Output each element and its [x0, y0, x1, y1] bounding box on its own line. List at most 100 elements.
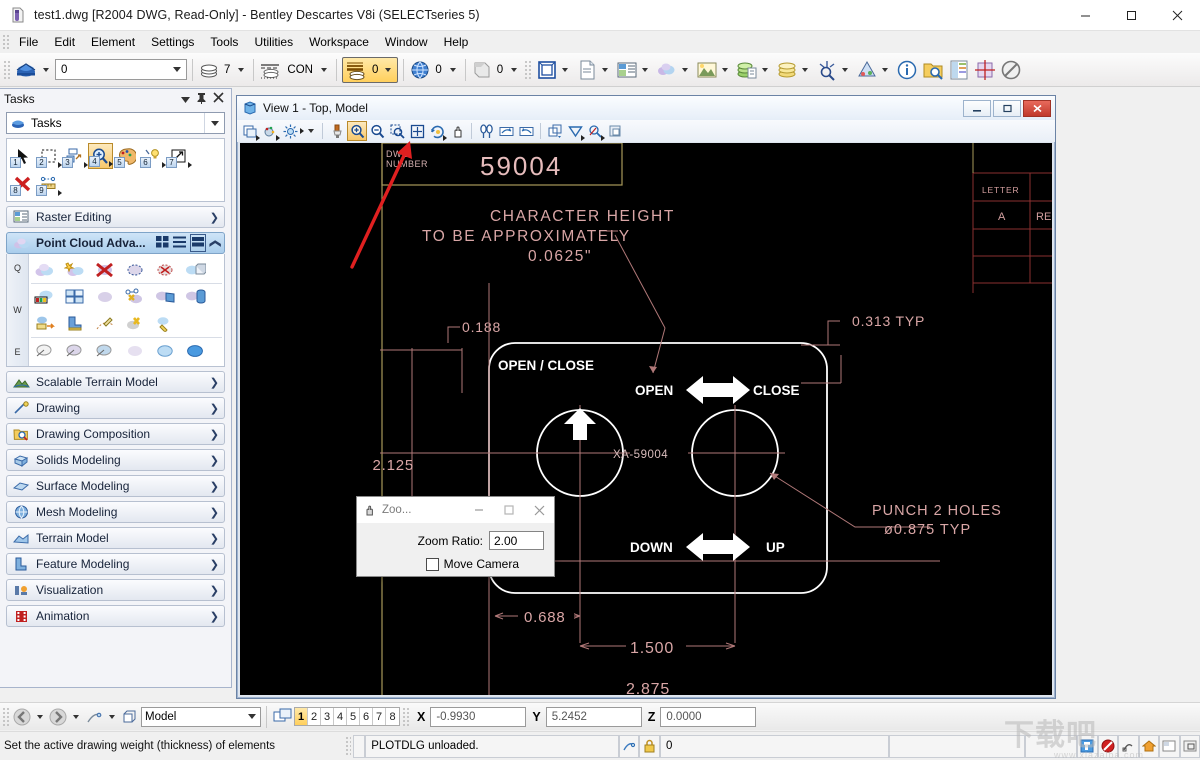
- pc-extract-icon[interactable]: [31, 311, 59, 336]
- model-combo-arrow[interactable]: [244, 714, 260, 719]
- sheet-index-button[interactable]: [946, 57, 972, 83]
- tool-light[interactable]: 6: [140, 143, 165, 169]
- disable-button[interactable]: [998, 57, 1024, 83]
- zoom-out-icon[interactable]: [367, 121, 387, 141]
- back-dropdown-arrow[interactable]: [37, 715, 43, 719]
- pc-highlight-icon[interactable]: [151, 311, 179, 336]
- class-attribute-group[interactable]: 0: [409, 59, 459, 81]
- level-display-button[interactable]: [774, 57, 814, 83]
- view-attributes-icon[interactable]: [605, 121, 625, 141]
- window-status-icon[interactable]: [1159, 735, 1179, 758]
- fit-view-icon[interactable]: [407, 121, 427, 141]
- render-icon[interactable]: [260, 121, 280, 141]
- chevron-down-icon[interactable]: ❯: [210, 211, 219, 224]
- view-button-3[interactable]: 3: [321, 708, 334, 725]
- menu-edit[interactable]: Edit: [46, 33, 83, 51]
- terrain-dropdown-arrow[interactable]: [722, 68, 728, 72]
- annotation-button[interactable]: [854, 57, 894, 83]
- transparency-dropdown-arrow[interactable]: [511, 68, 517, 72]
- chevron-down-icon[interactable]: ❯: [210, 610, 219, 623]
- view-button-7[interactable]: 7: [373, 708, 386, 725]
- terrain-button[interactable]: [694, 57, 734, 83]
- sidebar-item-animation[interactable]: Animation ❯: [6, 605, 225, 627]
- tool-flyout-arrow[interactable]: [109, 161, 113, 167]
- sidebar-item-drawing-composition[interactable]: Drawing Composition ❯: [6, 423, 225, 445]
- tool-zoom[interactable]: 4: [88, 143, 113, 169]
- chevron-down-icon[interactable]: ❯: [210, 402, 219, 415]
- copy-view-icon[interactable]: [545, 121, 565, 141]
- view-button-5[interactable]: 5: [347, 708, 360, 725]
- pc-presentation-icon[interactable]: [31, 285, 59, 310]
- close-button[interactable]: [1154, 0, 1200, 31]
- pc-query-icon[interactable]: [121, 285, 149, 310]
- coord-y-value[interactable]: 5.2452: [546, 707, 642, 727]
- level-combo-arrow[interactable]: [169, 61, 184, 78]
- raster-manager-button[interactable]: [614, 57, 654, 83]
- menu-utilities[interactable]: Utilities: [246, 33, 301, 51]
- level-manager-button[interactable]: [734, 57, 774, 83]
- tool-element-selection[interactable]: 1: [10, 143, 35, 169]
- tool-modify[interactable]: 7: [166, 143, 191, 169]
- tasks-combo[interactable]: Tasks: [6, 112, 225, 134]
- models-button[interactable]: [534, 57, 574, 83]
- drawing-canvas[interactable]: DWG. NUMBER 59004 LETTER A RE CHARACTER: [240, 143, 1052, 695]
- view-previous-icon[interactable]: [496, 121, 516, 141]
- pc-view-3-icon[interactable]: [91, 339, 119, 364]
- view-button-1[interactable]: 1: [295, 708, 308, 725]
- chevron-down-icon[interactable]: ❯: [210, 376, 219, 389]
- paintbrush-icon[interactable]: [327, 121, 347, 141]
- pc-presets-icon[interactable]: [61, 285, 89, 310]
- pc-attach-icon[interactable]: [31, 257, 59, 282]
- sidebar-item-surface-modeling[interactable]: Surface Modeling ❯: [6, 475, 225, 497]
- zoom-dialog-close-button[interactable]: [524, 497, 554, 523]
- chevron-down-icon[interactable]: ❯: [210, 506, 219, 519]
- view-button-6[interactable]: 6: [360, 708, 373, 725]
- tasks-combo-arrow[interactable]: [204, 113, 224, 133]
- pc-view-1-icon[interactable]: [31, 339, 59, 364]
- models-dropdown-arrow[interactable]: [562, 68, 568, 72]
- tool-fence[interactable]: 2: [36, 143, 61, 169]
- view-close-button[interactable]: [1023, 100, 1051, 117]
- toolbar-grip-2[interactable]: [524, 60, 531, 80]
- forward-dropdown-arrow[interactable]: [73, 715, 79, 719]
- level-symbology-button[interactable]: [13, 57, 55, 83]
- menu-help[interactable]: Help: [436, 33, 477, 51]
- close-icon[interactable]: [213, 92, 224, 106]
- point-clouds-button[interactable]: [654, 57, 694, 83]
- menu-workspace[interactable]: Workspace: [301, 33, 377, 51]
- tool-delete-element[interactable]: 8: [10, 171, 35, 197]
- find-replace-button[interactable]: [920, 57, 946, 83]
- sidebar-item-visualization[interactable]: Visualization ❯: [6, 579, 225, 601]
- pc-boot-icon[interactable]: [61, 311, 89, 336]
- pc-clear-icon[interactable]: [121, 311, 149, 336]
- sidebar-item-mesh-modeling[interactable]: Mesh Modeling ❯: [6, 501, 225, 523]
- linestyle-dropdown-arrow[interactable]: [321, 68, 327, 72]
- pc-deselect-icon[interactable]: [151, 257, 179, 282]
- tool-flyout-arrow[interactable]: [188, 162, 192, 168]
- chevron-down-icon[interactable]: ❯: [210, 532, 219, 545]
- tool-measure[interactable]: 9: [36, 171, 61, 197]
- move-camera-checkbox[interactable]: [426, 558, 439, 571]
- status-grip-2[interactable]: [402, 707, 409, 727]
- level-manager-dropdown-arrow[interactable]: [762, 68, 768, 72]
- grid-view-icon[interactable]: [156, 236, 169, 251]
- rotate-view-icon[interactable]: [427, 121, 447, 141]
- status-grip-1[interactable]: [2, 707, 9, 727]
- forward-button[interactable]: [47, 706, 69, 728]
- sidebar-item-solids-modeling[interactable]: Solids Modeling ❯: [6, 449, 225, 471]
- pc-draw-icon[interactable]: [91, 311, 119, 336]
- view-button-2[interactable]: 2: [308, 708, 321, 725]
- no-entry-status-icon[interactable]: [1098, 735, 1118, 758]
- menu-window[interactable]: Window: [377, 33, 436, 51]
- model-combo[interactable]: Model: [141, 707, 261, 727]
- chevron-down-icon[interactable]: ❯: [210, 558, 219, 571]
- analyze-dropdown-arrow[interactable]: [842, 68, 848, 72]
- fence-status-icon[interactable]: [1077, 735, 1097, 758]
- references-dropdown-arrow[interactable]: [602, 68, 608, 72]
- element-status-icon[interactable]: [1118, 735, 1138, 758]
- color-attribute-group[interactable]: 7: [198, 59, 248, 81]
- menu-settings[interactable]: Settings: [143, 33, 202, 51]
- zoom-dialog-maximize-button[interactable]: [494, 497, 524, 523]
- minimize-button[interactable]: [1062, 0, 1108, 31]
- light-dropdown-arrow[interactable]: [308, 129, 314, 133]
